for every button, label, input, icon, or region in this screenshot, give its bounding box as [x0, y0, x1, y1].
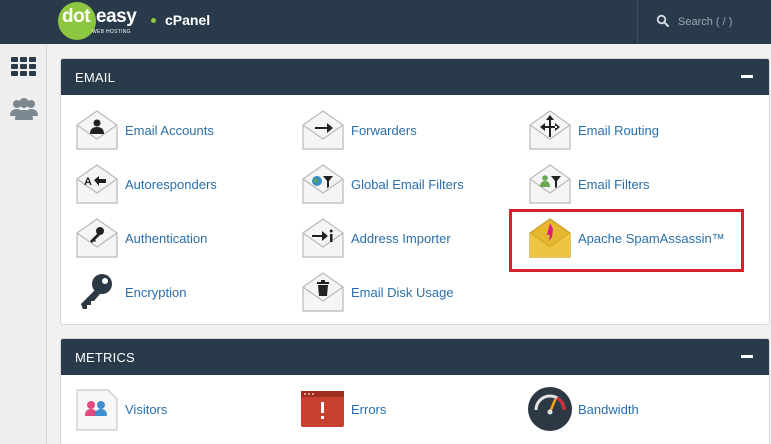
visitors-link[interactable]: Visitors — [74, 386, 284, 432]
forwarders-link[interactable]: Forwarders — [300, 107, 510, 153]
dotease-logo[interactable]: dot easy WEB HOSTING — [58, 2, 148, 40]
email-accounts-icon — [76, 110, 118, 150]
logo-accent-text: easy — [96, 6, 137, 27]
visitors-label: Visitors — [125, 402, 168, 417]
errors-icon — [301, 391, 344, 427]
bandwidth-gauge-icon — [528, 387, 572, 431]
metrics-panel-header[interactable]: METRICS — [61, 339, 769, 375]
email-routing-label: Email Routing — [578, 123, 659, 138]
highlight-box — [509, 209, 744, 272]
grid-icon[interactable] — [9, 52, 39, 82]
email-panel: EMAIL Email Accounts Forwarders Email Ro… — [60, 58, 770, 325]
email-disk-usage-icon — [302, 272, 344, 312]
errors-link[interactable]: Errors — [300, 386, 510, 432]
metrics-section-title: METRICS — [75, 350, 135, 365]
autoresponders-label: Autoresponders — [125, 177, 217, 192]
app-name: cPanel — [165, 12, 211, 28]
email-disk-usage-label: Email Disk Usage — [351, 285, 454, 300]
email-panel-header[interactable]: EMAIL — [61, 59, 769, 95]
errors-label: Errors — [351, 402, 387, 417]
top-bar: dot easy WEB HOSTING cPanel — [0, 0, 771, 44]
autoresponders-link[interactable]: A Autoresponders — [74, 161, 284, 207]
search-box — [637, 0, 771, 44]
email-disk-usage-link[interactable]: Email Disk Usage — [300, 269, 510, 315]
address-importer-label: Address Importer — [351, 231, 451, 246]
search-icon[interactable] — [656, 14, 670, 28]
metrics-panel: METRICS Visitors Errors Bandwidth — [60, 338, 770, 444]
collapse-icon[interactable] — [741, 355, 753, 358]
authentication-icon — [76, 218, 118, 258]
bandwidth-link[interactable]: Bandwidth — [527, 386, 737, 432]
forwarders-label: Forwarders — [351, 123, 417, 138]
encryption-link[interactable]: Encryption — [74, 269, 284, 315]
bandwidth-label: Bandwidth — [578, 402, 639, 417]
email-routing-icon — [529, 110, 571, 150]
email-filters-icon — [529, 164, 571, 204]
search-input[interactable] — [678, 14, 768, 30]
email-routing-link[interactable]: Email Routing — [527, 107, 737, 153]
email-filters-label: Email Filters — [578, 177, 650, 192]
left-sidebar — [0, 44, 47, 444]
visitors-icon — [76, 389, 118, 431]
email-accounts-link[interactable]: Email Accounts — [74, 107, 284, 153]
users-icon[interactable] — [9, 94, 39, 124]
logo-subtitle: WEB HOSTING — [92, 29, 131, 35]
global-email-filters-label: Global Email Filters — [351, 177, 464, 192]
encryption-key-icon — [81, 274, 112, 309]
forwarders-icon — [302, 110, 344, 150]
email-accounts-label: Email Accounts — [125, 123, 214, 138]
encryption-label: Encryption — [125, 285, 187, 300]
authentication-label: Authentication — [125, 231, 208, 246]
collapse-icon[interactable] — [741, 75, 753, 78]
logo-main-text: dot — [62, 6, 91, 27]
address-importer-link[interactable]: Address Importer — [300, 215, 510, 261]
email-section-title: EMAIL — [75, 70, 116, 85]
global-email-filters-icon — [302, 164, 344, 204]
email-filters-link[interactable]: Email Filters — [527, 161, 737, 207]
authentication-link[interactable]: Authentication — [74, 215, 284, 261]
svg-text:A: A — [84, 176, 92, 188]
autoresponders-icon: A — [76, 164, 118, 204]
separator-dot — [151, 18, 156, 23]
global-email-filters-link[interactable]: Global Email Filters — [300, 161, 510, 207]
address-importer-icon — [302, 218, 344, 258]
